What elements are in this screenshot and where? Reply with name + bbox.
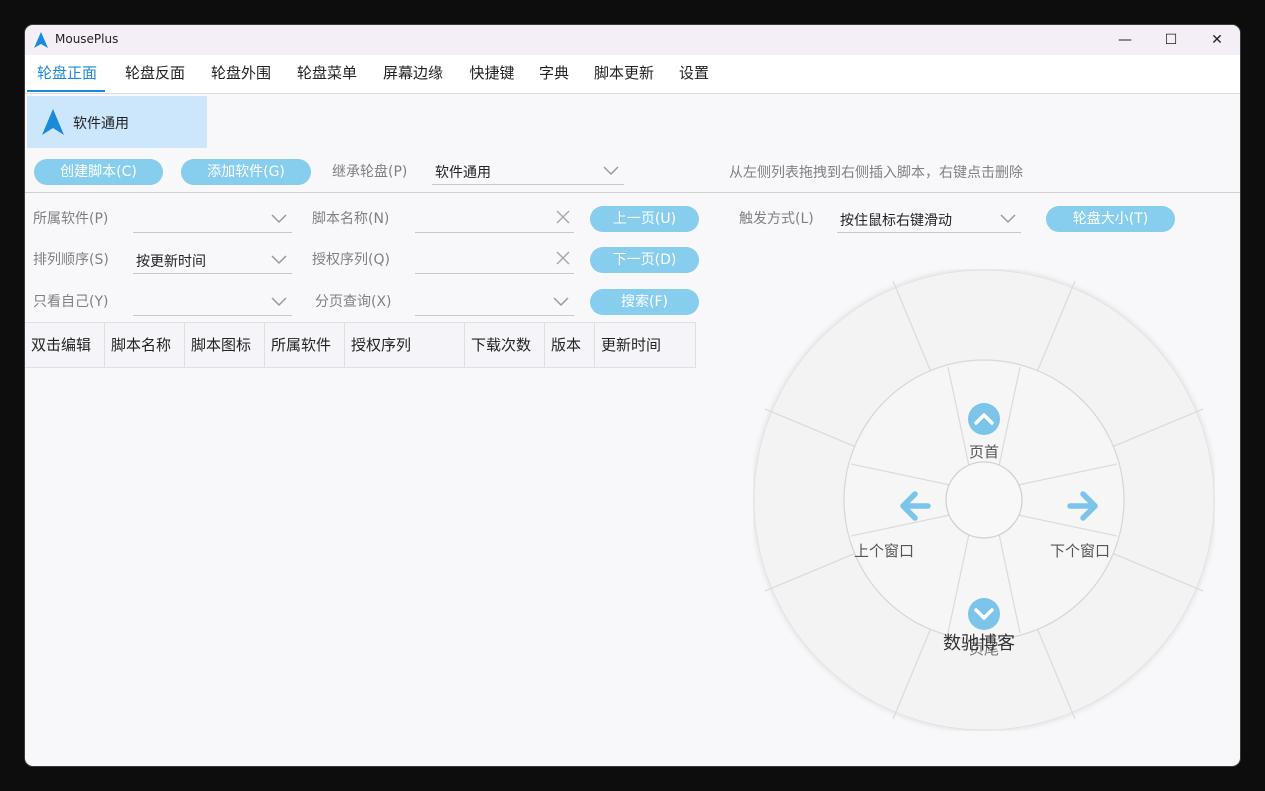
tab-screen-edge[interactable]: 屏幕边缘 xyxy=(373,55,453,92)
next-page-button[interactable]: 下一页(D) xyxy=(590,247,699,273)
chevron-down-icon xyxy=(271,297,287,307)
inherit-wheel-label: 继承轮盘(P) xyxy=(332,164,408,180)
sort-order-label: 排列顺序(S) xyxy=(33,252,109,268)
minimize-button[interactable]: — xyxy=(1102,25,1148,55)
tab-settings[interactable]: 设置 xyxy=(673,55,715,92)
chevron-down-icon xyxy=(271,214,287,224)
clear-icon[interactable] xyxy=(554,208,572,226)
wheel-top-label: 页首 xyxy=(969,443,999,461)
column-header-downloads[interactable]: 下载次数 xyxy=(465,323,545,367)
only-mine-select[interactable] xyxy=(133,289,292,316)
active-tab-indicator xyxy=(27,90,105,92)
software-list-item[interactable]: 软件通用 xyxy=(27,96,207,148)
chevron-down-circle-icon xyxy=(968,598,1000,630)
column-header-edit[interactable]: 双击编辑 xyxy=(25,323,105,367)
wheel-left-label: 上个窗口 xyxy=(854,542,914,560)
inherit-wheel-value: 软件通用 xyxy=(435,165,491,181)
app-title: MousePlus xyxy=(55,32,119,46)
sort-order-value: 按更新时间 xyxy=(136,254,206,270)
tab-wheel-menu[interactable]: 轮盘菜单 xyxy=(287,55,367,92)
tab-wheel-back[interactable]: 轮盘反面 xyxy=(115,55,195,92)
column-header-script-icon[interactable]: 脚本图标 xyxy=(185,323,265,367)
chevron-up-circle-icon xyxy=(968,403,1000,435)
software-list-item-label: 软件通用 xyxy=(73,116,129,132)
search-button[interactable]: 搜索(F) xyxy=(590,289,699,315)
software-filter-select[interactable] xyxy=(133,206,292,233)
app-window: MousePlus — ☐ ✕ 轮盘正面 轮盘反面 轮盘外围 轮盘菜单 屏幕边缘… xyxy=(25,25,1240,766)
auth-sequence-input[interactable] xyxy=(415,247,574,274)
chevron-down-icon xyxy=(271,255,287,265)
script-table-header: 双击编辑 脚本名称 脚本图标 所属软件 授权序列 下载次数 版本 更新时间 xyxy=(25,322,696,368)
tab-shortcuts[interactable]: 快捷键 xyxy=(461,55,523,92)
watermark-overlay-text: 数驰博客 xyxy=(943,633,1015,654)
app-logo-icon xyxy=(34,32,48,48)
sort-order-select[interactable]: 按更新时间 xyxy=(133,247,292,274)
column-header-version[interactable]: 版本 xyxy=(545,323,595,367)
close-button[interactable]: ✕ xyxy=(1194,25,1240,55)
script-name-input[interactable] xyxy=(415,206,574,233)
title-bar: MousePlus — ☐ ✕ xyxy=(25,25,1240,55)
wheel-right-label: 下个窗口 xyxy=(1050,542,1110,560)
column-header-auth-sequence[interactable]: 授权序列 xyxy=(345,323,465,367)
clear-icon[interactable] xyxy=(554,249,572,267)
chevron-down-icon xyxy=(553,297,569,307)
column-header-software[interactable]: 所属软件 xyxy=(265,323,345,367)
only-mine-label: 只看自己(Y) xyxy=(33,294,109,310)
chevron-down-icon xyxy=(603,166,619,176)
inherit-wheel-select[interactable]: 软件通用 xyxy=(432,158,624,185)
software-filter-label: 所属软件(P) xyxy=(33,211,109,227)
page-query-label: 分页查询(X) xyxy=(315,294,392,310)
tab-bar: 轮盘正面 轮盘反面 轮盘外围 轮盘菜单 屏幕边缘 快捷键 字典 脚本更新 设置 xyxy=(25,55,1240,94)
create-script-button[interactable]: 创建脚本(C) xyxy=(34,159,163,185)
tab-wheel-front[interactable]: 轮盘正面 xyxy=(29,55,105,92)
wheel-preview: 页首 上个窗口 下个窗口 页尾 数驰博客 xyxy=(753,269,1215,731)
maximize-button[interactable]: ☐ xyxy=(1148,25,1194,55)
page-query-select[interactable] xyxy=(415,289,574,316)
auth-sequence-label: 授权序列(Q) xyxy=(312,252,390,268)
wheel-center[interactable] xyxy=(945,461,1023,539)
trigger-mode-label: 触发方式(L) xyxy=(739,211,814,227)
drag-hint-text: 从左侧列表拖拽到右侧插入脚本，右键点击删除 xyxy=(729,165,1023,181)
tab-script-update[interactable]: 脚本更新 xyxy=(587,55,661,92)
wheel-size-button[interactable]: 轮盘大小(T) xyxy=(1046,206,1175,232)
column-header-updated[interactable]: 更新时间 xyxy=(595,323,695,367)
chevron-down-icon xyxy=(1000,214,1016,224)
trigger-mode-select[interactable]: 按住鼠标右键滑动 xyxy=(837,206,1021,233)
prev-page-button[interactable]: 上一页(U) xyxy=(590,206,699,232)
trigger-mode-value: 按住鼠标右键滑动 xyxy=(840,213,952,229)
navigation-arrow-icon xyxy=(42,109,64,135)
divider xyxy=(25,192,1240,193)
column-header-script-name[interactable]: 脚本名称 xyxy=(105,323,185,367)
script-name-label: 脚本名称(N) xyxy=(312,211,390,227)
add-software-button[interactable]: 添加软件(G) xyxy=(181,159,311,185)
tab-dictionary[interactable]: 字典 xyxy=(533,55,575,92)
tab-wheel-outer[interactable]: 轮盘外围 xyxy=(201,55,281,92)
